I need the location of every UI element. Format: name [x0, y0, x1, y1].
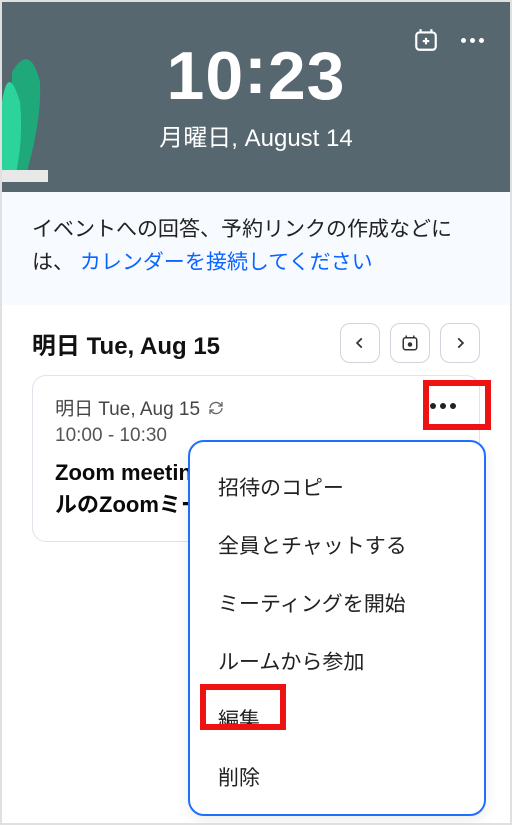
add-event-button[interactable]: [412, 26, 440, 54]
menu-copy-invitation[interactable]: 招待のコピー: [200, 458, 474, 516]
ellipsis-icon: [430, 403, 456, 409]
menu-edit[interactable]: 編集: [200, 690, 474, 748]
clock-time: 10:23: [167, 42, 346, 110]
menu-start-meeting[interactable]: ミーティングを開始: [200, 574, 474, 632]
prev-day-button[interactable]: [340, 323, 380, 363]
clock-hours: 10: [167, 38, 245, 114]
connect-calendar-banner: イベントへの回答、予約リンクの作成などには、 カレンダーを接続してください: [2, 192, 510, 305]
event-day-text: 明日 Tue, Aug 15: [55, 394, 200, 421]
header-more-button[interactable]: [458, 26, 486, 54]
day-section-title: 明日 Tue, Aug 15: [32, 326, 220, 361]
menu-chat-all[interactable]: 全員とチャットする: [200, 516, 474, 574]
day-nav: [340, 323, 480, 363]
event-day-label: 明日 Tue, Aug 15: [55, 394, 457, 421]
next-day-button[interactable]: [440, 323, 480, 363]
clock-colon: :: [244, 36, 268, 104]
header-date: 月曜日, August 14: [159, 118, 352, 153]
recurring-icon: [208, 400, 224, 416]
clock-minutes: 23: [268, 38, 346, 114]
menu-join-from-room[interactable]: ルームから参加: [200, 632, 474, 690]
menu-delete[interactable]: 削除: [200, 748, 474, 806]
event-more-button[interactable]: [425, 392, 461, 420]
today-button[interactable]: [390, 323, 430, 363]
header: 10:23 月曜日, August 14: [2, 2, 510, 192]
event-title-line1: Zoom meetin: [55, 460, 192, 485]
day-section-header: 明日 Tue, Aug 15: [2, 305, 510, 375]
ellipsis-icon: [461, 38, 484, 43]
plant-decoration: [2, 32, 62, 182]
event-title-line2: ルのZoomミー: [55, 492, 203, 517]
calendar-panel: 10:23 月曜日, August 14 イベントへの回答、予約リンクの作成など…: [0, 0, 512, 825]
event-context-menu: 招待のコピー 全員とチャットする ミーティングを開始 ルームから参加 編集 削除: [188, 440, 486, 816]
header-actions: [412, 26, 486, 54]
connect-calendar-link[interactable]: カレンダーを接続してください: [80, 251, 373, 274]
